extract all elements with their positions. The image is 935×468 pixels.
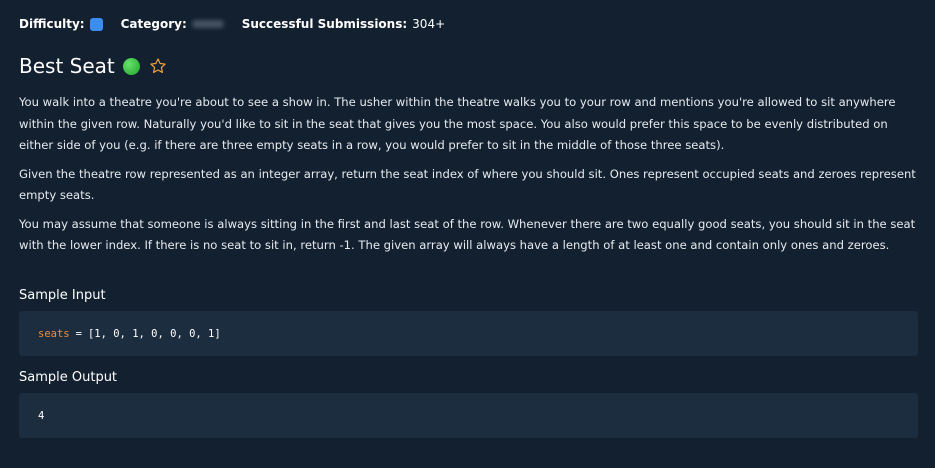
sample-input-label: Sample Input — [19, 288, 106, 303]
description-paragraph: Given the theatre row represented as an … — [19, 166, 916, 203]
page-title: Best Seat — [19, 54, 115, 78]
input-value: [1, 0, 1, 0, 0, 0, 1] — [87, 327, 221, 340]
problem-description: You walk into a theatre you're about to … — [19, 92, 918, 257]
category: Category: — [121, 17, 224, 31]
difficulty-label: Difficulty: — [19, 17, 85, 31]
category-label: Category: — [120, 17, 187, 31]
title-row: Best Seat — [19, 53, 918, 79]
meta-bar: Difficulty: Category: Successful Submiss… — [19, 0, 918, 36]
difficulty-indicator — [89, 17, 103, 31]
successful-submissions: Successful Submissions: 304+ — [242, 17, 445, 31]
sample-input-code: seats = [1, 0, 1, 0, 0, 0, 1] — [19, 311, 918, 356]
sample-output-code: 4 — [19, 393, 918, 438]
submissions-label: Successful Submissions: — [241, 17, 408, 31]
input-variable-name: seats — [38, 327, 70, 340]
description-paragraph: You walk into a theatre you're about to … — [19, 95, 896, 152]
difficulty: Difficulty: — [19, 17, 103, 31]
category-value-hidden — [191, 20, 224, 28]
submissions-value: 304+ — [412, 17, 446, 31]
problem-page: Difficulty: Category: Successful Submiss… — [0, 0, 935, 468]
sample-output-label: Sample Output — [19, 370, 118, 385]
completed-status-icon — [122, 57, 140, 75]
output-value: 4 — [38, 409, 45, 422]
description-paragraph: You may assume that someone is always si… — [19, 216, 916, 253]
input-operator: = — [75, 327, 82, 340]
star-outline-icon[interactable] — [149, 57, 167, 75]
